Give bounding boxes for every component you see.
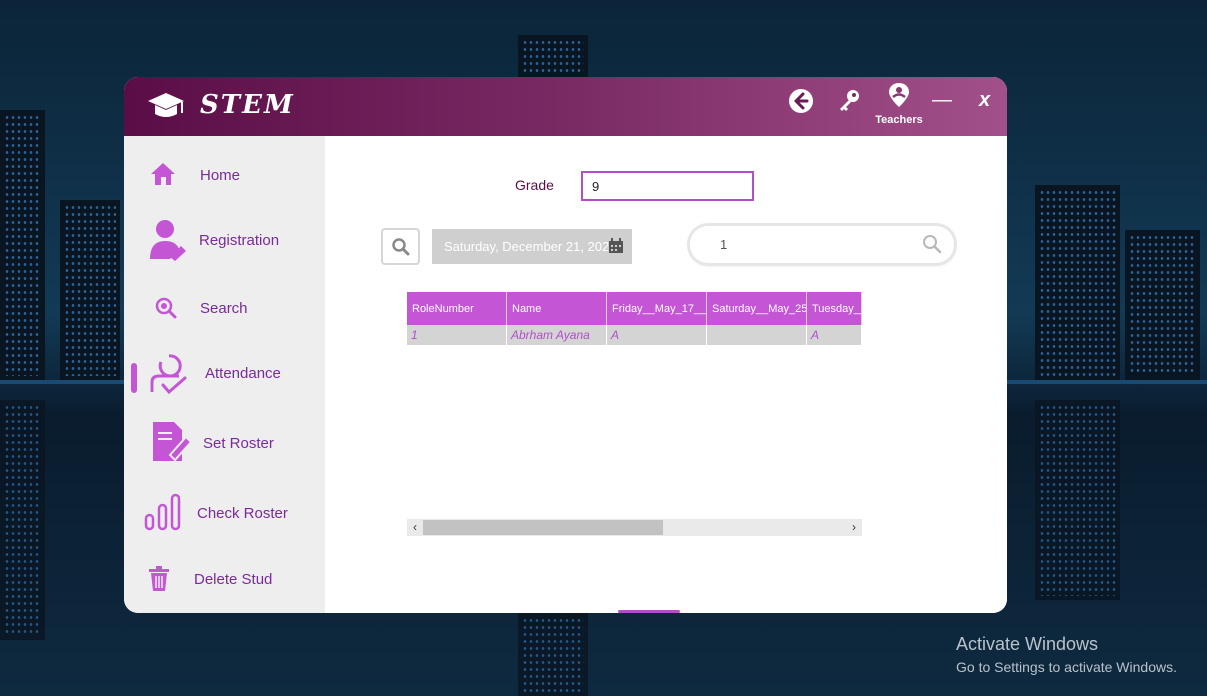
scrollbar-thumb[interactable] xyxy=(423,520,663,535)
sidebar-item-label: Registration xyxy=(199,232,280,249)
search-icon xyxy=(392,238,410,256)
change-password-button[interactable] xyxy=(837,88,861,114)
search-input[interactable] xyxy=(720,235,910,253)
sidebar-item-label: Search xyxy=(200,300,248,317)
background-reflection xyxy=(1035,400,1120,600)
teachers-label: Teachers xyxy=(875,114,923,126)
minimize-button[interactable]: — xyxy=(932,89,952,111)
column-header[interactable]: Saturday__May_25 xyxy=(707,292,807,325)
bar-chart-icon xyxy=(144,493,181,531)
date-value: Saturday, December 21, 2024 xyxy=(444,239,617,254)
table-cell[interactable]: Abrham Ayana xyxy=(507,325,607,345)
background-building xyxy=(1125,230,1200,380)
scroll-left-button[interactable]: ‹ xyxy=(407,519,423,536)
sidebar-item-search[interactable]: Search xyxy=(124,279,325,335)
close-button[interactable]: x xyxy=(979,89,999,111)
graduation-cap-icon xyxy=(148,93,184,117)
calendar-icon[interactable] xyxy=(608,238,624,254)
column-header[interactable]: RoleNumber xyxy=(407,292,507,325)
app-brand: STEM xyxy=(200,90,295,120)
table-cell[interactable]: A xyxy=(807,325,862,345)
attendance-grid: RoleNumber Name Friday__May_17__2 Saturd… xyxy=(407,292,862,537)
sidebar-item-set-roster[interactable]: Set Roster xyxy=(124,414,325,470)
main-panel: Grade Saturday, December 21, 2024 xyxy=(325,136,1007,613)
button-edge-accent xyxy=(618,610,680,613)
key-icon xyxy=(840,90,859,111)
background-building xyxy=(0,110,45,380)
trash-icon xyxy=(149,566,169,591)
sidebar-item-registration[interactable]: Registration xyxy=(124,211,325,267)
sidebar-item-delete-stud[interactable]: Delete Stud xyxy=(124,550,325,606)
background-building xyxy=(518,35,588,80)
watermark-subtitle: Go to Settings to activate Windows. xyxy=(956,659,1177,675)
background-building xyxy=(1035,185,1120,380)
table-cell[interactable]: 1 xyxy=(407,325,507,345)
column-header[interactable]: Friday__May_17__2 xyxy=(607,292,707,325)
back-button[interactable] xyxy=(788,88,814,114)
table-cell[interactable]: A xyxy=(607,325,707,345)
column-header[interactable]: Name xyxy=(507,292,607,325)
background-reflection xyxy=(0,400,45,640)
filter-search-button[interactable] xyxy=(381,228,420,265)
activate-windows-watermark: Activate Windows Go to Settings to activ… xyxy=(956,634,1177,675)
user-pin-icon xyxy=(889,83,909,107)
sidebar-item-label: Delete Stud xyxy=(194,571,273,588)
search-icon xyxy=(155,297,177,319)
table-row[interactable]: 1 Abrham Ayana A A xyxy=(407,325,862,345)
sidebar: Home Registration Search Attendance Set … xyxy=(124,136,325,613)
sidebar-item-home[interactable]: Home xyxy=(124,146,325,202)
arrow-left-icon xyxy=(789,89,813,113)
column-header[interactable]: Tuesday__ xyxy=(807,292,862,325)
title-bar[interactable]: STEM Teachers — x xyxy=(124,77,1007,136)
home-icon xyxy=(151,163,175,185)
scroll-right-button[interactable]: › xyxy=(846,519,862,536)
horizontal-scrollbar[interactable]: ‹ › xyxy=(407,519,862,536)
user-add-icon xyxy=(150,220,186,261)
sidebar-item-label: Set Roster xyxy=(203,435,274,452)
app-window: STEM Teachers — x Home Registration Sear… xyxy=(124,77,1007,613)
background-reflection xyxy=(518,613,588,696)
teachers-button[interactable]: Teachers xyxy=(868,82,930,132)
grid-header: RoleNumber Name Friday__May_17__2 Saturd… xyxy=(407,292,862,325)
grade-label: Grade xyxy=(515,177,554,193)
search-icon[interactable] xyxy=(922,234,942,254)
edit-document-icon xyxy=(153,422,192,462)
sidebar-item-label: Attendance xyxy=(205,365,281,382)
watermark-title: Activate Windows xyxy=(956,634,1099,654)
table-cell[interactable] xyxy=(707,325,807,345)
sidebar-item-label: Home xyxy=(200,167,241,184)
background-building xyxy=(60,200,120,380)
grade-input[interactable] xyxy=(581,171,754,201)
attendance-icon xyxy=(150,354,187,395)
student-search-box xyxy=(690,226,954,263)
date-picker[interactable]: Saturday, December 21, 2024 xyxy=(432,229,632,264)
sidebar-item-attendance[interactable]: Attendance xyxy=(124,344,325,400)
sidebar-item-check-roster[interactable]: Check Roster xyxy=(124,484,325,540)
sidebar-item-label: Check Roster xyxy=(197,505,288,522)
